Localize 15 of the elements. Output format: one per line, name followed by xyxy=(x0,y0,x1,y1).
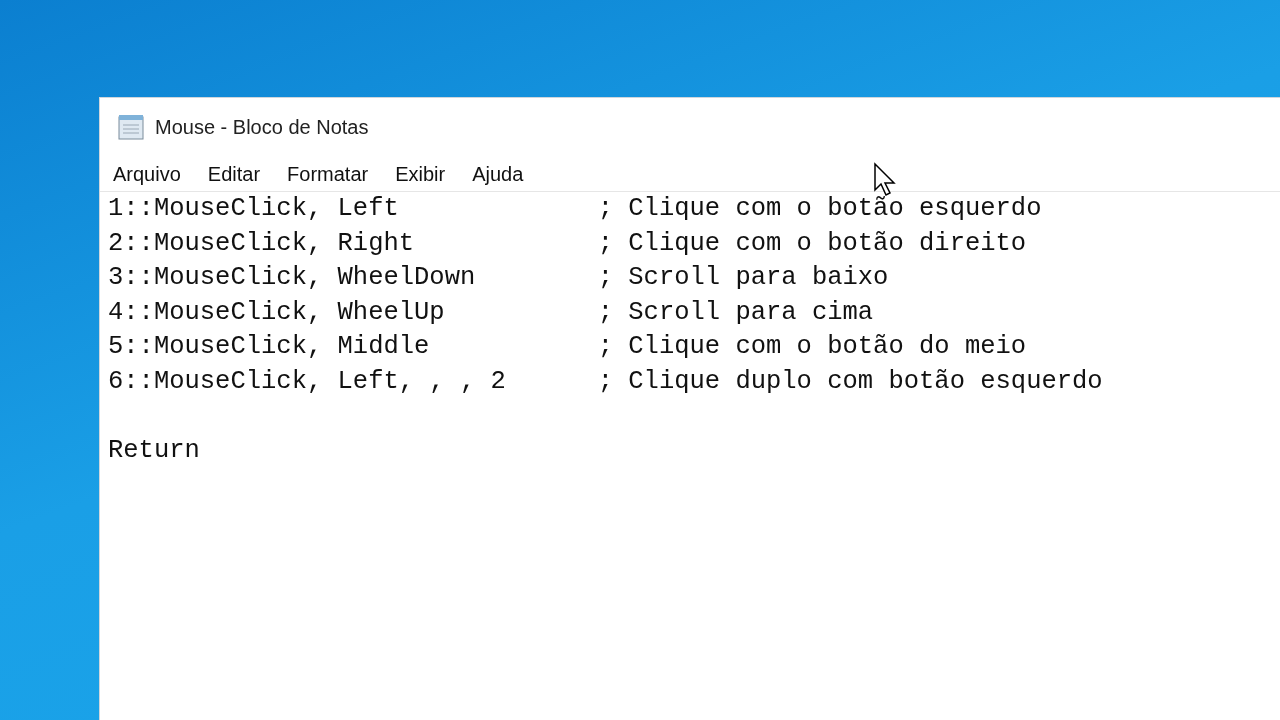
code-line: 6::MouseClick, Left, , , 2 ; Clique duplo com botão esquerdo xyxy=(108,365,1104,398)
menu-item[interactable]: Editar xyxy=(207,158,274,189)
notepad-icon xyxy=(117,114,145,140)
window-title: Mouse - Bloco de Notas xyxy=(155,115,369,140)
mouse-pointer-icon xyxy=(873,162,899,198)
menu-item[interactable]: Arquivo xyxy=(113,158,194,189)
code-line: 3::MouseClick, WheelDown ; Scroll para baixo xyxy=(108,262,890,294)
code-line: Return xyxy=(108,434,201,467)
code-line: 5::MouseClick, Middle ; Clique com o botão do meio xyxy=(108,331,1028,363)
menu-item[interactable]: Exibir xyxy=(395,158,459,189)
code-line: 4::MouseClick, WheelUp ; Scroll para cima xyxy=(108,296,875,329)
code-line: 1::MouseClick, Left ; Clique com o botão esquerdo xyxy=(108,193,1043,225)
menu-item[interactable]: Formatar xyxy=(287,158,382,189)
code-line: 2::MouseClick, Right ; Clique com o botão direito xyxy=(108,227,1028,260)
menu-item[interactable]: Ajuda xyxy=(472,158,537,189)
